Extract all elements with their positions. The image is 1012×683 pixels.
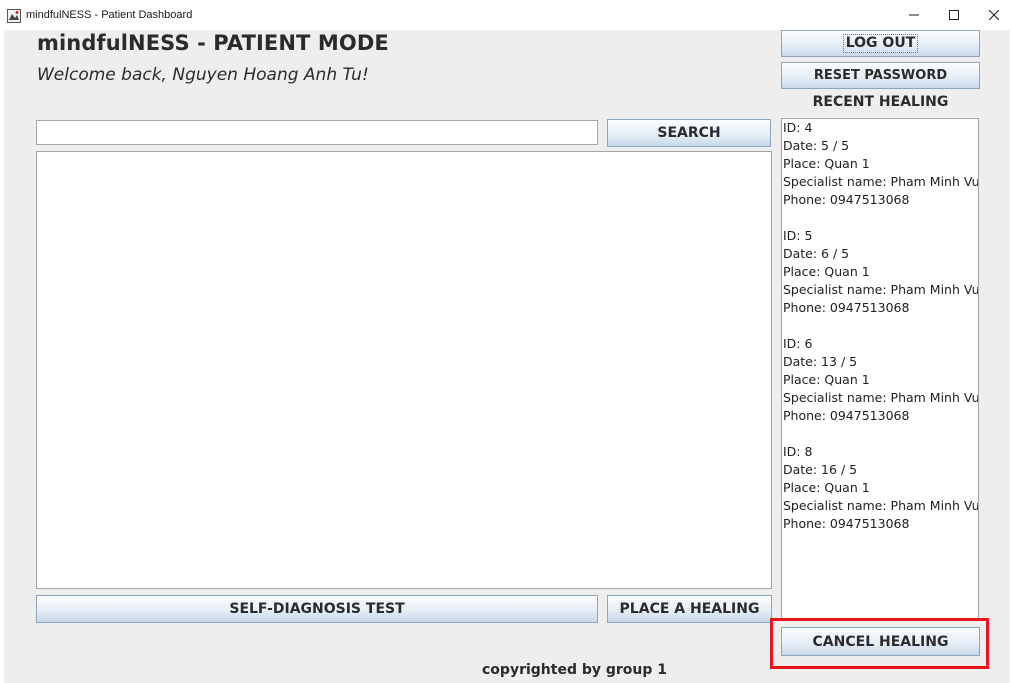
record-date: Date: 6 / 5 [783,246,850,261]
record-id: ID: 5 [783,228,813,243]
recent-healing-list[interactable]: ID: 4 Date: 5 / 5 Place: Quan 1 Speciali… [781,118,979,620]
record-specialist: Specialist name: Pham Minh Vu [783,498,979,513]
record-id: ID: 8 [783,444,813,459]
minimize-button[interactable] [894,0,934,30]
close-button[interactable] [974,0,1012,30]
record-place: Place: Quan 1 [783,372,870,387]
reset-password-button[interactable]: RESET PASSWORD [781,62,980,89]
record-place: Place: Quan 1 [783,480,870,495]
record-phone: Phone: 0947513068 [783,516,910,531]
page-title: mindfulNESS - PATIENT MODE [37,31,389,55]
record-phone: Phone: 0947513068 [783,408,910,423]
record-phone: Phone: 0947513068 [783,192,910,207]
results-area[interactable] [36,151,772,589]
record-date: Date: 13 / 5 [783,354,858,369]
maximize-icon [949,10,959,20]
record-id: ID: 4 [783,120,813,135]
record-phone: Phone: 0947513068 [783,300,910,315]
window-titlebar: mindfulNESS - Patient Dashboard [0,0,1012,30]
window-title: mindfulNESS - Patient Dashboard [26,9,193,21]
logout-label: LOG OUT [842,34,919,53]
place-healing-button[interactable]: PLACE A HEALING [607,595,772,623]
record-specialist: Specialist name: Pham Minh Vu [783,282,979,297]
search-button[interactable]: SEARCH [607,119,771,147]
copyright-text: copyrighted by group 1 [482,662,668,678]
list-item: ID: 4 Date: 5 / 5 Place: Quan 1 Speciali… [782,119,978,209]
welcome-message: Welcome back, Nguyen Hoang Anh Tu! [37,65,369,85]
recent-healing-heading: RECENT HEALING [812,94,949,110]
maximize-button[interactable] [934,0,974,30]
record-specialist: Specialist name: Pham Minh Vu [783,390,979,405]
self-diagnosis-button[interactable]: SELF-DIAGNOSIS TEST [36,595,598,623]
list-item: ID: 5 Date: 6 / 5 Place: Quan 1 Speciali… [782,227,978,317]
list-item: ID: 8 Date: 16 / 5 Place: Quan 1 Special… [782,443,978,533]
search-input[interactable] [36,120,598,145]
record-place: Place: Quan 1 [783,264,870,279]
record-specialist: Specialist name: Pham Minh Vu [783,174,979,189]
java-app-icon [7,9,21,23]
record-date: Date: 16 / 5 [783,462,858,477]
cancel-healing-button[interactable]: CANCEL HEALING [781,627,980,656]
list-item: ID: 6 Date: 13 / 5 Place: Quan 1 Special… [782,335,978,425]
logout-button[interactable]: LOG OUT [781,30,980,57]
close-icon [989,10,999,20]
record-id: ID: 6 [783,336,813,351]
minimize-icon [909,14,919,16]
record-date: Date: 5 / 5 [783,138,850,153]
record-place: Place: Quan 1 [783,156,870,171]
